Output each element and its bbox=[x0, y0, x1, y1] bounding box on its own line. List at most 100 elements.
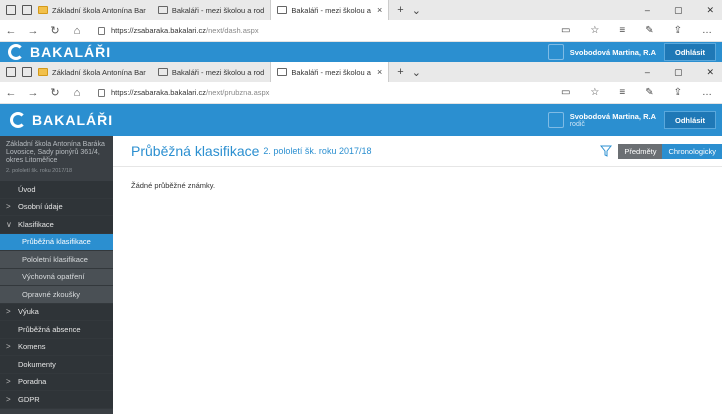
sidebar-item-label: Úvod bbox=[18, 184, 36, 194]
chevron-down-icon: ∨ bbox=[6, 219, 12, 229]
new-tab-icon[interactable]: + bbox=[397, 66, 403, 78]
more-icon[interactable]: … bbox=[702, 87, 712, 98]
share-icon[interactable]: ⇪ bbox=[674, 25, 682, 36]
bg-tab-3[interactable]: Bakaláři - mezi školou a × bbox=[270, 0, 390, 20]
sidebar-item-12[interactable]: > GDPR bbox=[0, 391, 113, 409]
tab-actions-icon[interactable] bbox=[6, 67, 16, 77]
toggle-subjects-button[interactable]: Předměty bbox=[618, 143, 663, 159]
restore-icon[interactable]: ▢ bbox=[674, 5, 683, 16]
tab-back-icon[interactable] bbox=[22, 67, 32, 77]
tab-back-icon[interactable] bbox=[22, 5, 32, 15]
background-address-bar: ← → ↻ ⌂ https://zsabaraka.bakalari.cz/ne… bbox=[0, 20, 722, 42]
background-tab-bar: Základní škola Antonína Bar Bakaláři - m… bbox=[0, 0, 722, 20]
minimize-icon[interactable]: – bbox=[645, 5, 650, 16]
user-name: Svobodová Martina, R.A bbox=[569, 112, 656, 121]
filter-icon[interactable] bbox=[600, 145, 613, 157]
url-host: https://zsabaraka.bakalari.cz bbox=[111, 88, 207, 97]
sidebar-item-label: Pololetní klasifikace bbox=[22, 254, 88, 264]
toggle-chronological-button[interactable]: Chronologicky bbox=[662, 143, 722, 159]
minimize-icon[interactable]: – bbox=[645, 67, 650, 78]
logout-button[interactable]: Odhlásit bbox=[663, 43, 716, 61]
logout-button[interactable]: Odhlásit bbox=[663, 111, 716, 129]
sidebar-item-label: Výuka bbox=[18, 307, 39, 317]
refresh-icon[interactable]: ↻ bbox=[44, 86, 66, 99]
sidebar-item-2[interactable]: ∨ Klasifikace bbox=[0, 216, 113, 234]
tab-bakalari-1[interactable]: Bakaláři - mezi školou a rod bbox=[152, 62, 271, 82]
back-icon[interactable]: ← bbox=[0, 87, 22, 99]
sidebar-item-1[interactable]: > Osobní údaje bbox=[0, 198, 113, 216]
forward-icon[interactable]: → bbox=[22, 87, 44, 99]
avatar-icon bbox=[547, 112, 564, 128]
chevron-down-icon[interactable]: ⌄ bbox=[412, 4, 421, 17]
url-path: /next/dash.aspx bbox=[206, 26, 259, 35]
sidebar-item-7[interactable]: > Výuka bbox=[0, 303, 113, 321]
sidebar-item-0[interactable]: Úvod bbox=[0, 181, 113, 199]
url-field[interactable]: https://zsabaraka.bakalari.cz/next/prubz… bbox=[98, 88, 269, 97]
reading-view-icon[interactable]: ▭ bbox=[561, 87, 570, 98]
favorite-star-icon[interactable]: ☆ bbox=[590, 87, 599, 98]
more-icon[interactable]: … bbox=[702, 25, 712, 36]
address-bar: ← → ↻ ⌂ https://zsabaraka.bakalari.cz/ne… bbox=[0, 82, 722, 104]
refresh-icon[interactable]: ↻ bbox=[44, 24, 66, 37]
user-info[interactable]: Svobodová Martina, R.A rodič bbox=[547, 112, 656, 128]
empty-message: Žádné průběžné známky. bbox=[131, 181, 216, 190]
chevron-right-icon: > bbox=[6, 342, 11, 352]
sidebar-item-3[interactable]: Průběžná klasifikace bbox=[0, 233, 113, 251]
sidebar-item-label: Průběžná absence bbox=[18, 324, 81, 334]
bg-tab-1[interactable]: Základní škola Antonína Bar bbox=[32, 0, 152, 20]
sidebar-item-8[interactable]: Průběžná absence bbox=[0, 321, 113, 339]
reading-view-icon[interactable]: ▭ bbox=[561, 25, 570, 36]
school-name: Základní škola Antonína Baráka Lovosice,… bbox=[6, 141, 105, 164]
restore-icon[interactable]: ▢ bbox=[674, 67, 683, 78]
sidebar-item-label: Výchovná opatření bbox=[22, 272, 85, 282]
sidebar-item-6[interactable]: Opravné zkoušky bbox=[0, 286, 113, 304]
brand-text: BAKALÁŘI bbox=[30, 44, 112, 60]
url-field[interactable]: https://zsabaraka.bakalari.cz/next/dash.… bbox=[98, 26, 259, 35]
close-tab-icon[interactable]: × bbox=[377, 5, 382, 15]
pen-icon[interactable]: ✎ bbox=[645, 87, 653, 98]
close-tab-icon[interactable]: × bbox=[377, 67, 382, 77]
home-icon[interactable]: ⌂ bbox=[66, 25, 88, 37]
lock-icon bbox=[98, 26, 105, 35]
sidebar-item-label: Poradna bbox=[18, 377, 47, 387]
back-icon[interactable]: ← bbox=[0, 25, 22, 37]
new-tab-icon[interactable]: + bbox=[397, 4, 403, 16]
sidebar-item-label: Osobní údaje bbox=[18, 202, 63, 212]
favorites-list-icon[interactable]: ≡ bbox=[619, 87, 625, 98]
tab-school[interactable]: Základní škola Antonína Bar bbox=[32, 62, 152, 82]
sidebar-item-label: Klasifikace bbox=[18, 219, 54, 229]
chevron-right-icon: > bbox=[6, 394, 11, 404]
bg-tab-2[interactable]: Bakaláři - mezi školou a rod bbox=[152, 0, 271, 20]
bakalari-logo[interactable]: BAKALÁŘI bbox=[10, 112, 113, 128]
sidebar-item-10[interactable]: Dokumenty bbox=[0, 356, 113, 374]
bakalari-logo[interactable]: BAKALÁŘI bbox=[8, 44, 111, 60]
logo-mark-icon bbox=[8, 44, 24, 60]
sidebar-item-4[interactable]: Pololetní klasifikace bbox=[0, 251, 113, 269]
tab-actions-icon[interactable] bbox=[6, 5, 16, 15]
sidebar-item-5[interactable]: Výchovná opatření bbox=[0, 268, 113, 286]
sidebar-item-11[interactable]: > Poradna bbox=[0, 373, 113, 391]
school-info: Základní škola Antonína Baráka Lovosice,… bbox=[0, 136, 113, 181]
home-icon[interactable]: ⌂ bbox=[66, 87, 88, 99]
favorite-star-icon[interactable]: ☆ bbox=[590, 25, 599, 36]
tab-label: Bakaláři - mezi školou a bbox=[291, 67, 371, 77]
tab-bakalari-active[interactable]: Bakaláři - mezi školou a × bbox=[270, 62, 390, 82]
main-content: Průběžná klasifikace 2. pololetí šk. rok… bbox=[113, 136, 722, 414]
favorites-list-icon[interactable]: ≡ bbox=[619, 25, 625, 36]
chevron-right-icon: > bbox=[6, 307, 11, 317]
close-window-icon[interactable]: ✕ bbox=[706, 5, 714, 16]
chevron-down-icon[interactable]: ⌄ bbox=[412, 66, 421, 79]
page-subtitle: 2. pololetí šk. roku 2017/18 bbox=[263, 146, 372, 156]
tab-label: Bakaláři - mezi školou a rod bbox=[171, 67, 265, 77]
page-icon bbox=[277, 6, 288, 14]
share-icon[interactable]: ⇪ bbox=[674, 87, 682, 98]
pen-icon[interactable]: ✎ bbox=[645, 25, 653, 36]
close-window-icon[interactable]: ✕ bbox=[706, 67, 714, 78]
folder-icon bbox=[38, 68, 48, 76]
forward-icon[interactable]: → bbox=[22, 25, 44, 37]
background-app-header: BAKALÁŘI Svobodová Martina, R.A Odhlásit bbox=[0, 42, 722, 62]
url-host: https://zsabaraka.bakalari.cz bbox=[111, 26, 207, 35]
page-icon bbox=[157, 68, 168, 76]
lock-icon bbox=[98, 88, 105, 97]
sidebar-item-9[interactable]: > Komens bbox=[0, 338, 113, 356]
